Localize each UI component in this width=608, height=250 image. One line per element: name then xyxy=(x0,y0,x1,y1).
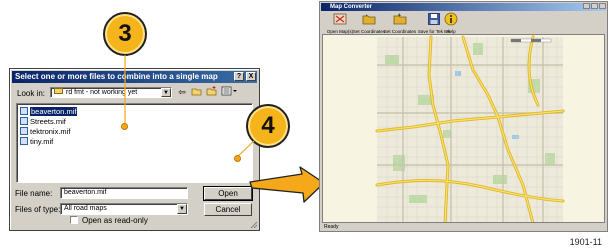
map-converter-window: Map Converter Open Map(s) Set Coordinate… xyxy=(319,1,608,232)
list-item[interactable]: Streets.mif xyxy=(20,117,66,127)
files-of-type-value: All road maps xyxy=(64,205,107,212)
file-icon xyxy=(20,117,28,126)
look-in-dropdown[interactable]: rd fmt - not working yet ▼ xyxy=(50,87,172,98)
file-name-label: File name: xyxy=(15,189,53,198)
view-menu-icon[interactable] xyxy=(220,86,238,98)
help-button[interactable]: ? xyxy=(234,72,244,81)
list-item[interactable]: tektronix.mif xyxy=(20,127,70,137)
folder-icon xyxy=(54,88,63,95)
open-maps-icon xyxy=(333,13,347,25)
file-list[interactable]: beaverton.mif Streets.mif tektronix.mif … xyxy=(16,103,253,183)
file-icon xyxy=(20,107,28,116)
file-name-field[interactable]: beaverton.mif xyxy=(60,187,188,199)
minimize-button[interactable] xyxy=(583,3,590,9)
window-controls xyxy=(582,3,606,11)
back-arrow-icon[interactable]: ⇦ xyxy=(176,86,188,98)
cancel-button[interactable]: Cancel xyxy=(204,203,252,216)
resize-grip-icon[interactable] xyxy=(250,221,258,229)
file-icon xyxy=(20,137,28,146)
file-name-value: beaverton.mif xyxy=(64,189,107,196)
list-item[interactable]: beaverton.mif xyxy=(20,107,78,117)
dialog-title: Select one or more files to combine into… xyxy=(15,72,218,81)
callout-3-target-dot xyxy=(121,123,128,130)
chevron-down-icon[interactable]: ▼ xyxy=(161,88,171,97)
right-arrow-icon xyxy=(249,166,325,203)
info-icon xyxy=(444,12,458,26)
files-of-type-dropdown[interactable]: All road maps ▼ xyxy=(60,203,188,215)
dialog-title-bar[interactable]: Select one or more files to combine into… xyxy=(12,71,257,83)
street-map-image xyxy=(323,35,604,222)
map-canvas[interactable] xyxy=(322,34,605,223)
window-title-bar[interactable]: Map Converter xyxy=(321,3,606,11)
file-open-dialog: Select one or more files to combine into… xyxy=(9,68,260,231)
read-only-checkbox[interactable] xyxy=(70,216,78,224)
status-bar: Ready xyxy=(324,224,339,230)
folder-icon xyxy=(393,13,407,25)
callout-3-leader-line xyxy=(124,55,126,125)
folder-icon xyxy=(362,14,376,25)
files-of-type-label: Files of type: xyxy=(15,205,61,214)
callout-step-3: 3 xyxy=(103,12,147,56)
file-icon xyxy=(20,127,28,136)
read-only-label: Open as read-only xyxy=(82,216,148,225)
open-button[interactable]: Open xyxy=(203,186,253,201)
list-item[interactable]: tiny.mif xyxy=(20,137,53,147)
close-window-button[interactable] xyxy=(599,3,606,9)
callout-4-target-dot xyxy=(234,155,241,162)
chevron-down-icon[interactable]: ▼ xyxy=(177,204,187,214)
toolbar-help[interactable]: Help xyxy=(439,12,463,34)
close-button[interactable]: X xyxy=(246,72,256,81)
up-folder-icon[interactable] xyxy=(190,86,202,98)
look-in-label: Look in: xyxy=(17,89,46,98)
new-folder-icon[interactable] xyxy=(205,86,217,98)
window-title: Map Converter xyxy=(330,4,373,10)
figure-number: 1901-11 xyxy=(569,237,602,247)
maximize-button[interactable] xyxy=(591,3,598,9)
